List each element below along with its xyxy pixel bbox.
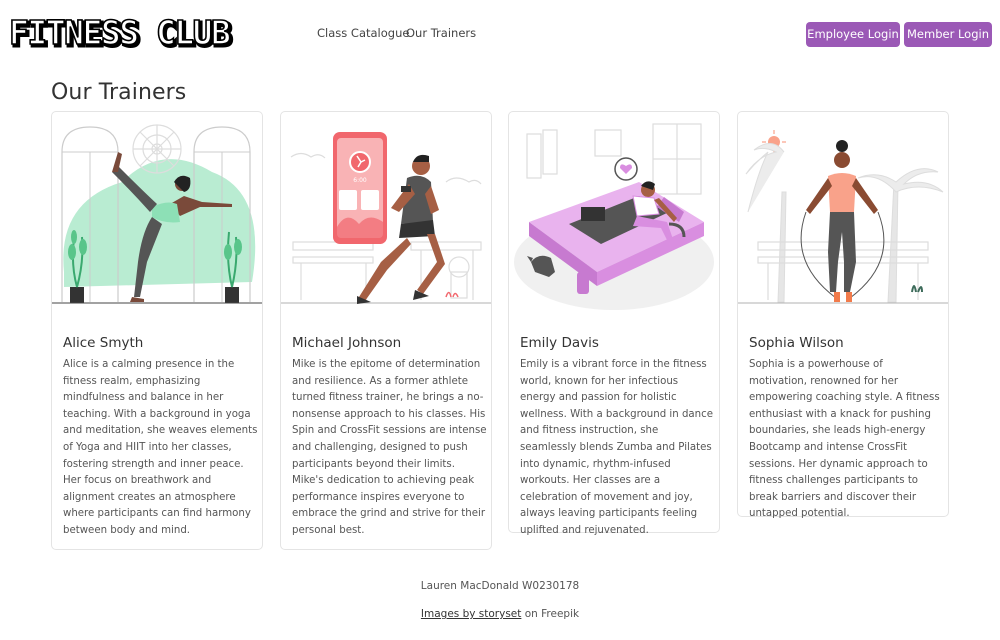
- trainer-card-michael: 6:00 Michael Johnson Mike is the epitome…: [280, 111, 492, 550]
- runner-illustration: 6:00: [281, 112, 491, 312]
- yoga-pose-illustration: [52, 112, 262, 312]
- trainer-bio: Emily is a vibrant force in the fitness …: [520, 359, 713, 536]
- nav-link-class-catalogue[interactable]: Class Catalogue: [317, 26, 409, 40]
- trainer-card-emily: Emily Davis Emily is a vibrant force in …: [508, 111, 720, 536]
- nav-link-our-trainers[interactable]: Our Trainers: [406, 26, 476, 40]
- trainer-card-alice: Alice Smyth Alice is a calming presence …: [51, 111, 263, 550]
- footer-author: Lauren MacDonald W0230178: [420, 580, 580, 592]
- svg-text:FITNESS CLUB: FITNESS CLUB: [9, 16, 230, 52]
- logo[interactable]: FITNESS CLUB FITNESS CLUB: [8, 16, 300, 52]
- trainer-name: Sophia Wilson: [749, 335, 844, 351]
- member-login-button[interactable]: Member Login: [904, 22, 992, 47]
- footer-credit-suffix: on Freepik: [521, 608, 580, 620]
- footer-credit: Images by storyset on Freepik: [0, 608, 1000, 620]
- svg-text:6:00: 6:00: [353, 177, 367, 184]
- employee-login-button[interactable]: Employee Login: [806, 22, 900, 47]
- trainer-card-sophia: Sophia Wilson Sophia is a powerhouse of …: [737, 111, 949, 519]
- page-title: Our Trainers: [51, 80, 187, 105]
- trainer-bio: Alice is a calming presence in the fitne…: [63, 359, 258, 536]
- jump-rope-illustration: [738, 112, 948, 312]
- trainer-name: Alice Smyth: [63, 335, 144, 351]
- trainer-name: Emily Davis: [520, 335, 599, 351]
- pilates-reformer-illustration: [509, 112, 719, 312]
- storyset-credit-link[interactable]: Images by storyset: [421, 608, 522, 620]
- trainer-bio: Mike is the epitome of determination and…: [292, 359, 487, 536]
- trainer-name: Michael Johnson: [292, 335, 402, 351]
- trainer-bio: Sophia is a powerhouse of motivation, re…: [749, 359, 940, 520]
- navbar: FITNESS CLUB FITNESS CLUB Class Catalogu…: [0, 0, 1000, 68]
